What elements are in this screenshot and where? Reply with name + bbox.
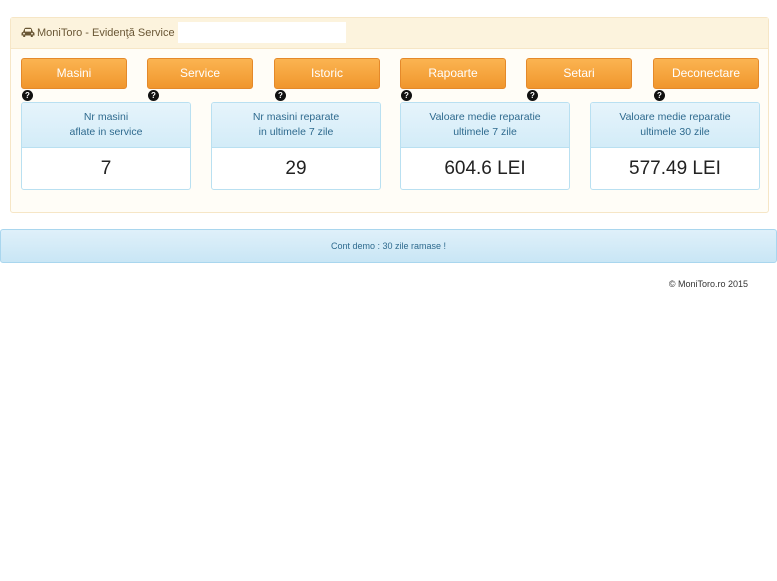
nav-button-masini[interactable]: Masini xyxy=(21,58,127,89)
panel-heading: MoniToro - Evidenţă Service - xyxy=(11,18,768,49)
stat-card-avg-repair-30-days: Valoare medie reparatie ultimele 30 zile… xyxy=(590,102,760,190)
help-icon[interactable]: ? xyxy=(22,90,33,101)
stat-label-line: Valoare medie reparatie xyxy=(429,111,541,123)
stat-label-line: Nr masini xyxy=(83,111,129,123)
stat-card-avg-repair-7-days: Valoare medie reparatie ultimele 7 zile … xyxy=(400,102,570,190)
car-icon xyxy=(21,27,35,37)
stat-label-line: Valoare medie reparatie xyxy=(619,111,731,123)
stat-card-header: Valoare medie reparatie ultimele 7 zile xyxy=(401,103,569,148)
title-field xyxy=(178,22,346,43)
stat-value: 577.49 LEI xyxy=(629,158,721,179)
nav-button-deconectare[interactable]: Deconectare xyxy=(653,58,759,89)
stat-card-header: Nr masini reparate in ultimele 7 zile xyxy=(212,103,380,148)
help-icon[interactable]: ? xyxy=(654,90,665,101)
stat-card-cars-in-service: Nr masini aflate in service 7 xyxy=(21,102,191,190)
nav-button-rapoarte[interactable]: Rapoarte xyxy=(400,58,506,89)
stat-label-line: Nr masini reparate xyxy=(252,111,340,123)
nav-button-istoric[interactable]: Istoric xyxy=(274,58,380,89)
stat-value: 7 xyxy=(100,158,112,179)
stat-card-header: Nr masini aflate in service xyxy=(22,103,190,148)
demo-account-alert: Cont demo : 30 zile ramase ! xyxy=(0,229,777,263)
stat-value: 29 xyxy=(285,158,307,179)
stat-label-line: ultimele 7 zile xyxy=(453,126,517,138)
stat-card-cars-repaired-7-days: Nr masini reparate in ultimele 7 zile 29 xyxy=(211,102,381,190)
help-icon[interactable]: ? xyxy=(148,90,159,101)
nav-button-setari[interactable]: Setari xyxy=(526,58,632,89)
help-icon[interactable]: ? xyxy=(401,90,412,101)
footer-copyright: © MoniToro.ro 2015 xyxy=(668,279,748,289)
nav-button-service[interactable]: Service xyxy=(147,58,253,89)
help-icon[interactable]: ? xyxy=(527,90,538,101)
stat-label-line: ultimele 30 zile xyxy=(640,126,710,138)
stat-label-line: aflate in service xyxy=(69,126,143,138)
main-panel: MoniToro - Evidenţă Service - Masini Ser… xyxy=(10,17,769,213)
page-title: MoniToro - Evidenţă Service - xyxy=(37,27,182,39)
help-icon[interactable]: ? xyxy=(275,90,286,101)
stat-label-line: in ultimele 7 zile xyxy=(258,126,334,138)
stat-card-header: Valoare medie reparatie ultimele 30 zile xyxy=(591,103,759,148)
stat-value: 604.6 LEI xyxy=(444,158,526,179)
